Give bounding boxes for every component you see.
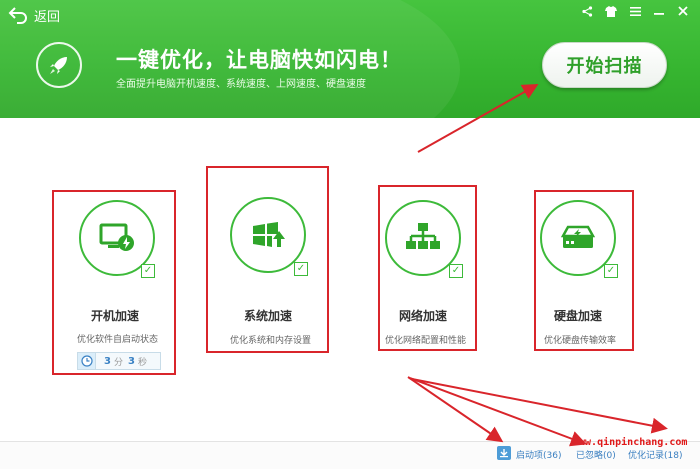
watermark: www.qinpinchang.com <box>573 437 688 448</box>
back-arrow-icon <box>8 7 27 24</box>
arrow-to-ignored <box>409 377 587 447</box>
annotation-box <box>534 190 634 351</box>
annotation-box <box>378 185 477 351</box>
startup-items-icon[interactable] <box>497 446 511 460</box>
page-subtitle: 全面提升电脑开机速度、系统速度、上网速度、硬盘速度 <box>116 79 366 90</box>
menu-icon[interactable] <box>624 2 646 20</box>
history-link[interactable]: 优化记录(18) <box>628 448 682 461</box>
startup-items-link[interactable]: 启动项(36) <box>516 448 561 461</box>
arrow-to-startup <box>407 376 504 443</box>
minimize-icon[interactable] <box>648 2 670 20</box>
window-controls <box>576 2 694 20</box>
share-icon[interactable] <box>576 2 598 20</box>
start-scan-button[interactable]: 开始扫描 <box>542 42 667 88</box>
annotation-box <box>206 166 329 353</box>
rocket-icon <box>36 42 82 88</box>
close-icon[interactable] <box>672 2 694 20</box>
arrow-to-history <box>411 378 668 434</box>
back-button[interactable]: 返回 <box>8 4 60 26</box>
ignored-link[interactable]: 已忽略(0) <box>576 448 616 461</box>
skin-icon[interactable] <box>600 2 622 20</box>
annotation-box <box>52 190 176 375</box>
page-title: 一键优化，让电脑快如闪电！ <box>116 48 402 72</box>
back-label: 返回 <box>34 9 61 25</box>
